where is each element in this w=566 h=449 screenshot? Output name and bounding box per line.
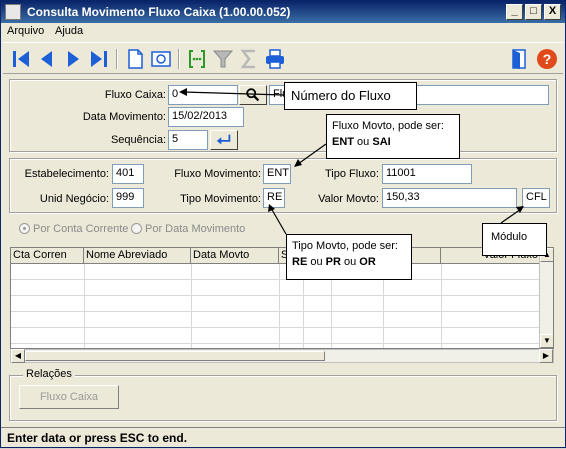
radio-por-data-movimento[interactable]: Por Data Movimento: [131, 223, 245, 235]
value-ou: ou: [354, 136, 373, 148]
fluxo-movimento-label: Fluxo Movimento:: [174, 168, 261, 180]
radio-label: Por Conta Corrente: [33, 223, 129, 235]
next-record-icon[interactable]: [61, 47, 85, 71]
callout-numero-fluxo: Número do Fluxo: [284, 82, 417, 110]
data-movimento-label: Data Movimento:: [82, 111, 166, 123]
value-pr: PR: [325, 256, 341, 268]
toolbar: ?: [3, 42, 563, 74]
table-row[interactable]: [11, 328, 541, 344]
value-re: RE: [292, 256, 308, 268]
close-button[interactable]: X: [544, 4, 561, 20]
column-divider: [279, 264, 280, 348]
toolbar-separator: [116, 49, 118, 69]
radio-label: Por Data Movimento: [145, 223, 246, 235]
tipo-movimento-label: Tipo Movimento:: [180, 193, 261, 205]
callout-text: Fluxo Movto, pode ser:: [332, 120, 444, 132]
filter-icon[interactable]: [211, 47, 235, 71]
column-header-cta-corren[interactable]: Cta Corren: [11, 248, 84, 264]
sequencia-input[interactable]: 5: [168, 130, 208, 150]
value-ent: ENT: [332, 136, 354, 148]
data-movimento-input[interactable]: 15/02/2013: [168, 107, 244, 127]
fluxo-movimento-input[interactable]: ENT: [263, 164, 291, 184]
enter-button[interactable]: [210, 130, 238, 150]
tipo-fluxo-label: Tipo Fluxo:: [324, 168, 379, 180]
sum-icon[interactable]: [237, 47, 261, 71]
column-header-nome-abreviado[interactable]: Nome Abreviado: [84, 248, 191, 264]
horizontal-scrollbar[interactable]: ◀ ▶: [10, 349, 554, 363]
callout-text: Tipo Movto, pode ser:: [292, 240, 398, 252]
new-document-icon[interactable]: [123, 47, 147, 71]
column-divider: [84, 264, 85, 348]
status-bar: Enter data or press ESC to end.: [1, 427, 565, 447]
table-row[interactable]: [11, 264, 541, 280]
menu-bar: Arquivo Ajuda: [1, 23, 565, 41]
callout-values: ENT ou SAI: [332, 134, 454, 150]
movements-table[interactable]: Cta Corren Nome Abreviado Data Movto S V…: [10, 247, 554, 349]
prev-record-icon[interactable]: [35, 47, 59, 71]
fluxo-caixa-input[interactable]: 0: [168, 85, 238, 105]
menu-ajuda[interactable]: Ajuda: [55, 25, 83, 37]
fluxo-caixa-label: Fluxo Caixa:: [104, 89, 166, 101]
valor-movto-label: Valor Movto:: [318, 193, 379, 205]
column-header-data-movto[interactable]: Data Movto: [191, 248, 279, 264]
scroll-right-icon[interactable]: ▶: [539, 349, 553, 363]
relacoes-legend: Relações: [23, 368, 75, 380]
unid-negocio-label: Unid Negócio:: [39, 193, 109, 205]
maximize-button[interactable]: □: [525, 4, 542, 20]
help-icon[interactable]: ?: [535, 47, 559, 71]
estabelecimento-input[interactable]: 401: [112, 164, 144, 184]
window-title: Consulta Movimento Fluxo Caixa (1.00.00.…: [27, 5, 291, 19]
toolbar-separator: [178, 49, 180, 69]
svg-text:?: ?: [543, 51, 552, 67]
vertical-scrollbar[interactable]: ▲ ▼: [539, 248, 553, 348]
menu-arquivo[interactable]: Arquivo: [7, 25, 44, 37]
app-icon: [5, 4, 21, 20]
last-record-icon[interactable]: [87, 47, 111, 71]
radio-selected-icon: [19, 223, 30, 234]
callout-tipo-movto: Tipo Movto, pode ser: RE ou PR ou OR: [286, 234, 412, 280]
radio-por-conta-corrente[interactable]: Por Conta Corrente: [19, 223, 128, 235]
minimize-button[interactable]: _: [506, 4, 523, 20]
column-divider: [441, 264, 442, 348]
select-icon[interactable]: [185, 47, 209, 71]
unid-negocio-input[interactable]: 999: [112, 188, 144, 208]
app-window: Consulta Movimento Fluxo Caixa (1.00.00.…: [0, 0, 566, 448]
tipo-movimento-input[interactable]: RE: [263, 188, 285, 208]
callout-modulo: Módulo: [482, 223, 547, 256]
estabelecimento-label: Estabelecimento:: [24, 168, 109, 180]
search-button[interactable]: [239, 85, 267, 105]
radio-empty-icon: [131, 223, 142, 234]
scroll-thumb[interactable]: [25, 351, 325, 361]
fluxo-caixa-button[interactable]: Fluxo Caixa: [19, 385, 119, 409]
value-sai: SAI: [372, 136, 391, 148]
value-ou: ou: [340, 256, 360, 268]
search-icon: [246, 88, 260, 102]
print-icon[interactable]: [263, 47, 287, 71]
tipo-fluxo-input[interactable]: 11001: [382, 164, 472, 184]
sequencia-label: Sequência:: [110, 134, 166, 146]
table-row[interactable]: [11, 280, 541, 296]
column-divider: [191, 264, 192, 348]
scroll-left-icon[interactable]: ◀: [11, 349, 25, 363]
value-or: OR: [359, 256, 376, 268]
first-record-icon[interactable]: [9, 47, 33, 71]
enter-arrow-icon: [216, 134, 231, 145]
callout-fluxo-movto: Fluxo Movto, pode ser: ENT ou SAI: [326, 114, 460, 159]
value-ou: ou: [307, 256, 326, 268]
valor-movto-input[interactable]: 150,33: [382, 188, 517, 208]
preview-icon[interactable]: [149, 47, 173, 71]
scroll-down-icon[interactable]: ▼: [540, 334, 553, 348]
title-bar: Consulta Movimento Fluxo Caixa (1.00.00.…: [1, 1, 565, 23]
modulo-input[interactable]: CFL: [522, 188, 550, 208]
callout-values: RE ou PR ou OR: [292, 254, 406, 270]
table-row[interactable]: [11, 296, 541, 312]
exit-door-icon[interactable]: [507, 47, 531, 71]
table-row[interactable]: [11, 312, 541, 328]
